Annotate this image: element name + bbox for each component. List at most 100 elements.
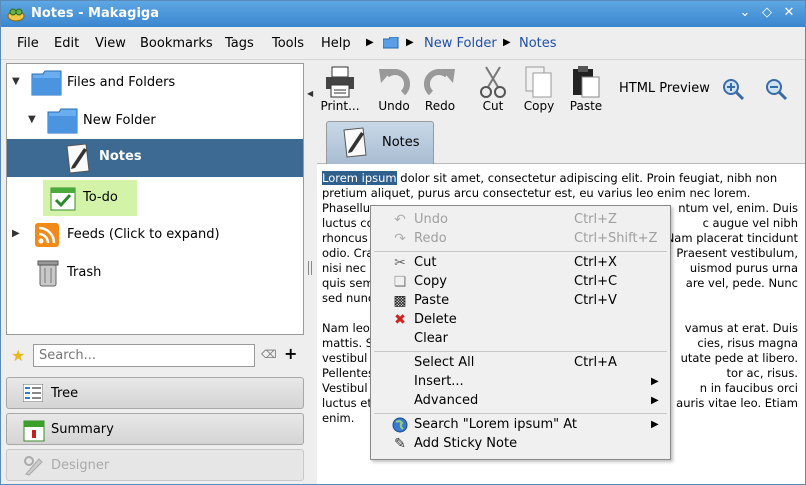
ctx-redo[interactable]: ↷ Redo Ctrl+Shift+Z	[371, 230, 670, 249]
expand-arrow-icon[interactable]: ▼	[28, 114, 36, 125]
editor-line-left: Pellentes	[322, 366, 374, 380]
print-label: Print...	[320, 99, 360, 113]
tree-item-new-folder[interactable]: ▼ New Folder	[7, 103, 303, 139]
folder-icon	[383, 37, 399, 49]
tree-item-trash[interactable]: Trash	[7, 255, 303, 291]
undo-icon: ↶	[394, 212, 406, 228]
ctx-select-all[interactable]: Select All Ctrl+A	[371, 354, 670, 373]
pencil-icon: ✎	[394, 436, 406, 452]
view-designer-label: Designer	[51, 458, 110, 473]
splitter-grip[interactable]	[308, 261, 312, 275]
editor-line-right: c augue vel nibh	[702, 216, 798, 230]
ctx-clear[interactable]: Clear	[371, 330, 670, 349]
ctx-copy-shortcut: Ctrl+C	[574, 274, 618, 289]
ctx-paste-shortcut: Ctrl+V	[574, 293, 617, 308]
editor-line-left: vestibul	[322, 351, 368, 365]
trash-icon	[37, 260, 59, 287]
minimize-icon[interactable]: ⌄	[737, 5, 753, 21]
view-tree-button[interactable]: Tree	[6, 377, 304, 409]
ctx-cut[interactable]: ✂ Cut Ctrl+X	[371, 254, 670, 273]
view-designer-button[interactable]: Designer	[6, 449, 304, 481]
tree-panel: ▼ Files and Folders ▼ New Folder Notes T…	[6, 63, 304, 335]
breadcrumb-arrow-icon: ▶	[406, 37, 414, 48]
editor-line-right: vamus at erat. Duis	[684, 321, 798, 335]
menu-tags[interactable]: Tags	[225, 36, 254, 51]
menu-edit[interactable]: Edit	[54, 36, 79, 51]
tree-item-label: To-do	[83, 190, 118, 205]
search-bar: ★ ⌫ +	[6, 344, 304, 370]
close-icon[interactable]: ✕	[781, 5, 797, 21]
ctx-advanced[interactable]: Advanced ▶	[371, 392, 670, 411]
menu-view[interactable]: View	[95, 36, 126, 51]
undo-button[interactable]: Undo	[371, 63, 417, 117]
redo-icon: ↷	[394, 231, 406, 247]
ctx-search-label: Search "Lorem ipsum" At	[414, 417, 578, 432]
editor-line-left: sed nunc	[322, 291, 375, 305]
print-button[interactable]: Print...	[317, 63, 363, 117]
favorite-star-icon[interactable]: ★	[11, 346, 25, 365]
submenu-arrow-icon: ▶	[651, 395, 659, 406]
ctx-paste[interactable]: ▩ Paste Ctrl+V	[371, 292, 670, 311]
ctx-delete[interactable]: ✖ Delete	[371, 311, 670, 330]
menu-separator	[374, 251, 667, 252]
expand-arrow-icon[interactable]: ▶	[12, 228, 20, 239]
add-icon[interactable]: +	[284, 344, 297, 363]
html-preview-button[interactable]: HTML Preview	[619, 81, 710, 96]
tree-item-notes[interactable]: Notes	[7, 139, 303, 177]
tree-item-label: New Folder	[83, 113, 156, 128]
tree-item-label: Feeds (Click to expand)	[67, 227, 220, 242]
zoom-in-icon[interactable]	[721, 77, 745, 101]
folder-icon	[47, 108, 78, 134]
view-tree-label: Tree	[51, 386, 79, 401]
selected-text: Lorem ipsum	[322, 171, 397, 185]
expand-arrow-icon[interactable]: ▼	[12, 76, 20, 87]
menu-bookmarks[interactable]: Bookmarks	[140, 36, 213, 51]
zoom-out-icon[interactable]	[764, 77, 788, 101]
paste-button[interactable]: Paste	[563, 63, 609, 117]
ctx-sticky-note[interactable]: ✎ Add Sticky Note	[371, 435, 670, 454]
tree-item-files-and-folders[interactable]: ▼ Files and Folders	[7, 65, 303, 101]
ctx-search[interactable]: Search "Lorem ipsum" At ▶	[371, 416, 670, 435]
editor-line-right: Nam placerat tincidunt	[665, 231, 798, 245]
printer-icon	[326, 66, 354, 98]
todo-checkbox-icon	[50, 187, 76, 211]
collapse-arrow-icon[interactable]: ◀	[307, 89, 313, 98]
search-input[interactable]	[33, 344, 255, 367]
ctx-insert[interactable]: Insert... ▶	[371, 373, 670, 392]
maximize-icon[interactable]: ◇	[759, 5, 775, 21]
menu-help[interactable]: Help	[321, 36, 351, 51]
copy-icon: ❏	[393, 274, 407, 290]
breadcrumb-note[interactable]: Notes	[519, 36, 557, 51]
menu-tools[interactable]: Tools	[272, 36, 304, 51]
ctx-redo-shortcut: Ctrl+Shift+Z	[574, 231, 658, 246]
ctx-sticky-note-label: Add Sticky Note	[414, 436, 518, 451]
ctx-copy-label: Copy	[414, 274, 447, 289]
undo-label: Undo	[378, 99, 410, 113]
tree-item-todo[interactable]: To-do	[7, 180, 303, 216]
tree-item-feeds[interactable]: ▶ Feeds (Click to expand)	[7, 217, 303, 253]
breadcrumb-arrow-icon: ▶	[366, 37, 374, 48]
editor-toolbar: Print... Undo Redo Cut Copy Paste HTML P…	[317, 63, 805, 117]
window-title: Notes - Makagiga	[31, 6, 159, 21]
submenu-arrow-icon: ▶	[651, 419, 659, 430]
copy-label: Copy	[523, 99, 555, 113]
menu-file[interactable]: File	[17, 36, 39, 51]
editor-line-right: auris vitae leo. Etiam	[676, 396, 798, 410]
ctx-undo[interactable]: ↶ Undo Ctrl+Z	[371, 211, 670, 230]
panel-splitter[interactable]: ◀	[306, 63, 316, 483]
ctx-undo-label: Undo	[414, 212, 448, 227]
breadcrumb-folder[interactable]: New Folder	[424, 36, 497, 51]
tab-notes[interactable]: Notes	[326, 121, 434, 164]
title-bar[interactable]: Notes - Makagiga ⌄ ◇ ✕	[1, 1, 805, 27]
editor-line-left: quis sem	[322, 276, 374, 290]
makagiga-logo-icon	[7, 8, 25, 22]
redo-button[interactable]: Redo	[417, 63, 463, 117]
ctx-copy[interactable]: ❏ Copy Ctrl+C	[371, 273, 670, 292]
editor-line-left: Nam leo	[322, 321, 370, 335]
view-summary-button[interactable]: Summary	[6, 413, 304, 445]
copy-button[interactable]: Copy	[516, 63, 562, 117]
menu-separator	[374, 351, 667, 352]
note-pencil-icon	[66, 143, 90, 174]
cut-button[interactable]: Cut	[470, 63, 516, 117]
clear-search-icon[interactable]: ⌫	[261, 348, 277, 361]
